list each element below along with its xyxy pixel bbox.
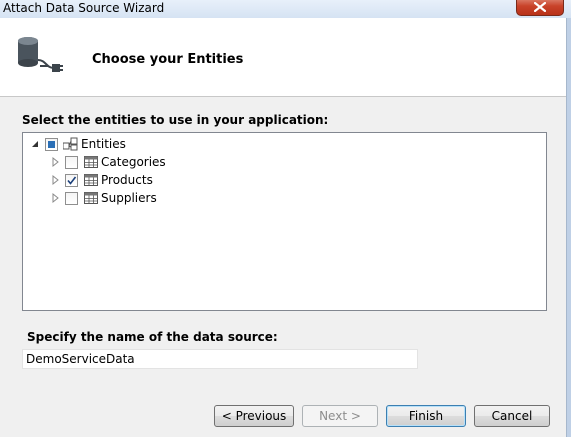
cancel-button[interactable]: Cancel <box>474 405 550 427</box>
tree-item-categories[interactable]: Categories <box>23 153 543 171</box>
categories-label: Categories <box>101 155 166 169</box>
close-button[interactable] <box>516 0 564 16</box>
entities-tree[interactable]: Entities Categories Products Suppliers <box>22 132 547 311</box>
collapse-arrow-icon[interactable] <box>31 135 41 153</box>
products-checkbox[interactable] <box>65 174 78 187</box>
entities-root-checkbox[interactable] <box>45 138 58 151</box>
window-title: Attach Data Source Wizard <box>3 1 165 15</box>
wizard-window: Attach Data Source Wizard Choose your En… <box>0 0 571 437</box>
previous-button[interactable]: < Previous <box>214 405 294 427</box>
wizard-header: Choose your Entities <box>0 18 566 97</box>
page-title: Choose your Entities <box>92 52 244 67</box>
entities-label: Select the entities to use in your appli… <box>22 113 329 127</box>
title-bar: Attach Data Source Wizard <box>0 0 571 18</box>
checkmark-icon <box>67 176 77 185</box>
suppliers-label: Suppliers <box>101 191 157 205</box>
products-label: Products <box>101 173 153 187</box>
expand-arrow-icon[interactable] <box>51 171 61 189</box>
database-plug-icon <box>16 36 64 79</box>
finish-button[interactable]: Finish <box>386 405 466 427</box>
close-icon <box>534 2 546 12</box>
expand-arrow-icon[interactable] <box>51 189 61 207</box>
data-source-name-input[interactable]: DemoServiceData <box>22 349 418 369</box>
next-button[interactable]: Next > <box>302 405 378 427</box>
categories-checkbox[interactable] <box>65 156 78 169</box>
tree-root-label: Entities <box>81 137 126 151</box>
wizard-content: Choose your Entities Select the entities… <box>0 18 567 437</box>
suppliers-checkbox[interactable] <box>65 192 78 205</box>
tree-item-products[interactable]: Products <box>23 171 543 189</box>
tree-item-suppliers[interactable]: Suppliers <box>23 189 543 207</box>
expand-arrow-icon[interactable] <box>51 153 61 171</box>
tree-root-row[interactable]: Entities <box>23 135 543 153</box>
data-source-name-label: Specify the name of the data source: <box>27 330 278 344</box>
table-icon <box>84 191 98 209</box>
